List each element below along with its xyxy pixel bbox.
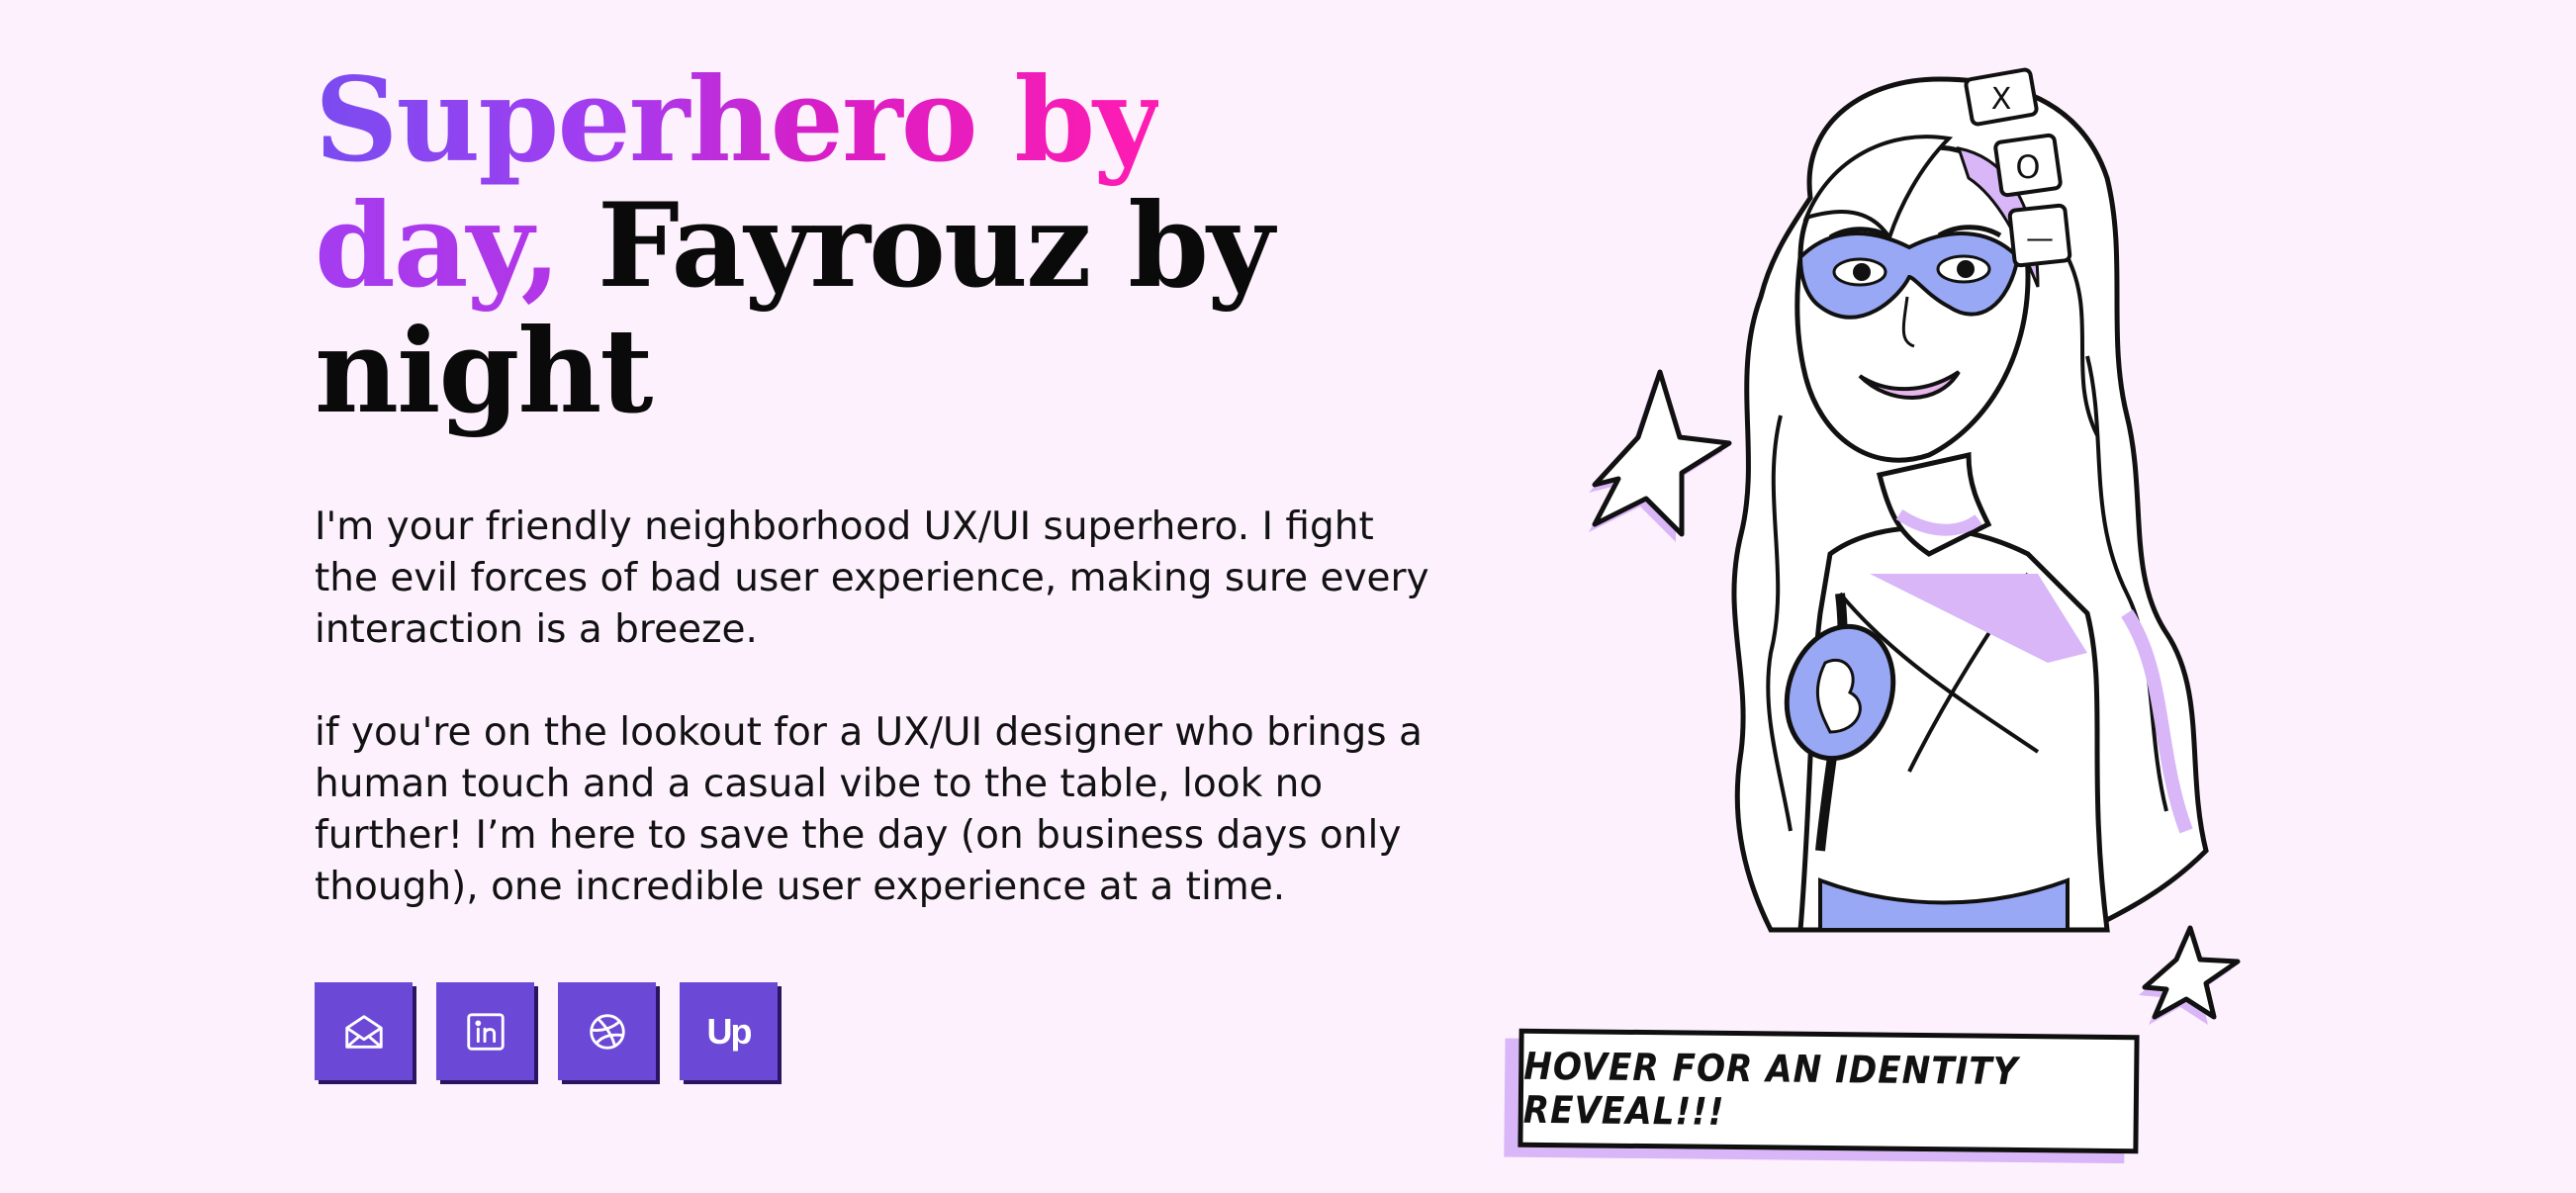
email-icon — [344, 1014, 383, 1049]
bio-paragraph-1: I'm your friendly neighborhood UX/UI sup… — [315, 505, 1429, 652]
page: Superhero by day, Fayrouz by night I'm y… — [0, 0, 2576, 1193]
hero-section: Superhero by day, Fayrouz by night I'm y… — [315, 57, 1482, 964]
bio: I'm your friendly neighborhood UX/UI sup… — [315, 502, 1442, 913]
hero-title-name: Fayrouz by — [597, 177, 1274, 314]
identity-reveal-badge[interactable]: HOVER FOR AN IDENTITY REVEAL!!! — [1518, 1028, 2140, 1154]
linkedin-button[interactable] — [436, 982, 534, 1080]
dribbble-button[interactable] — [558, 982, 656, 1080]
star-right-icon — [2139, 925, 2241, 1025]
hero-title-gradient-2: day, — [315, 177, 561, 314]
star-left-icon — [1589, 369, 1732, 542]
svg-text:X: X — [1991, 82, 2012, 117]
bio-paragraph-2: if you're on the lookout for a UX/UI des… — [315, 710, 1423, 909]
dribbble-icon — [589, 1013, 625, 1050]
svg-text:—: — — [2026, 222, 2054, 254]
hair-clip-dash: — — [2007, 203, 2072, 268]
linkedin-icon — [466, 1012, 505, 1051]
svg-text:O: O — [2015, 148, 2040, 186]
social-links: Up — [315, 982, 778, 1080]
email-button[interactable] — [315, 982, 413, 1080]
upwork-icon: Up — [706, 1010, 753, 1052]
superhero-illustration[interactable]: X O — — [1573, 59, 2285, 1049]
hero-title-gradient: Superhero by — [315, 51, 1160, 188]
upwork-button[interactable]: Up — [680, 982, 778, 1080]
hero-title-night: night — [315, 303, 653, 439]
hair-clip-o: O — [1993, 133, 2063, 198]
identity-reveal-label: HOVER FOR AN IDENTITY REVEAL!!! — [1522, 1044, 2019, 1134]
hair-clip-x: X — [1964, 67, 2039, 127]
hero-title: Superhero by day, Fayrouz by night — [315, 57, 1482, 434]
